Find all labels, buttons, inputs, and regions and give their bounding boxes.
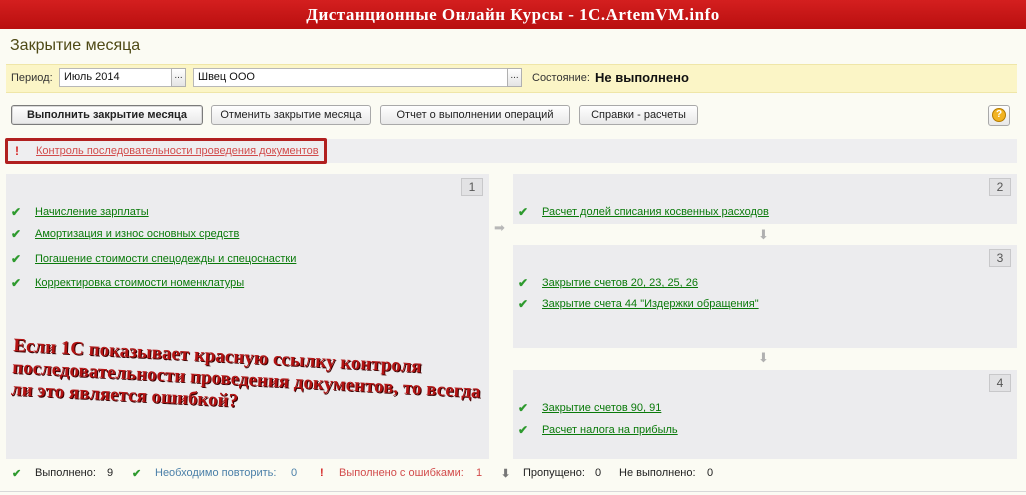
arrow-right-icon: ➡ [494,220,505,235]
operations-report-button[interactable]: Отчет о выполнении операций [380,105,570,125]
arrow-down-icon: ⬇ [758,350,769,365]
arrow-down-icon: ⬇ [758,227,769,242]
check-icon: ✔ [11,227,22,241]
operation-link-payroll[interactable]: Начисление зарплаты [35,206,149,218]
operation-link-depreciation[interactable]: Амортизация и износ основных средств [35,228,239,240]
check-icon: ✔ [518,205,529,219]
month-close-form: Закрытие месяца Период: Июль 2014 ... Шв… [0,29,1026,495]
check-icon: ✔ [11,252,22,266]
not-done-count: 0 [707,467,714,479]
done-icon: ✔ [12,468,22,480]
period-select-button[interactable]: ... [171,68,186,87]
error-icon: ! [320,467,324,479]
repeat-icon: ✔ [132,468,142,480]
operation-link-close-accounts-20-26[interactable]: Закрытие счетов 20, 23, 25, 26 [542,277,698,289]
done-edited-icon: ✔ [11,205,22,219]
step-number-2: 2 [989,178,1011,196]
cancel-month-close-button[interactable]: Отменить закрытие месяца [211,105,371,125]
operation-link-close-accounts-90-91[interactable]: Закрытие счетов 90, 91 [542,402,661,414]
step-panel-4: 4 ✔ Закрытие счетов 90, 91 ✔ Расчет нало… [513,370,1017,459]
help-icon: ? [992,108,1006,122]
organization-select-button[interactable]: ... [507,68,522,87]
skipped-label: Пропущено: [523,467,585,479]
check-icon: ✔ [11,276,22,290]
state-label: Состояние: [532,72,590,84]
state-value: Не выполнено [595,70,689,85]
page-title: Закрытие месяца [10,37,141,54]
status-bar: ✔ Выполнено: 9 ✔ Необходимо повторить: 0… [0,460,1026,488]
period-bar: Период: Июль 2014 ... Швец ООО ... Состо… [6,64,1017,93]
operation-link-cost-adjustment[interactable]: Корректировка стоимости номенклатуры [35,277,244,289]
reference-calculations-button[interactable]: Справки - расчеты [579,105,698,125]
done-label: Выполнено: [35,467,96,479]
step-number-4: 4 [989,374,1011,392]
operation-link-close-account-44[interactable]: Закрытие счета 44 "Издержки обращения" [542,298,759,310]
execute-month-close-button[interactable]: Выполнить закрытие месяца [11,105,203,125]
step-panel-2: 2 ✔ Расчет долей списания косвенных расх… [513,174,1017,224]
check-icon: ✔ [518,401,529,415]
step-number-3: 3 [989,249,1011,267]
period-field[interactable]: Июль 2014 [59,68,172,87]
skipped-icon: ⬇ [501,468,511,480]
check-icon: ✔ [518,276,529,290]
operation-link-indirect-costs[interactable]: Расчет долей списания косвенных расходов [542,206,769,218]
done-count: 9 [107,467,114,479]
operation-link-workwear[interactable]: Погашение стоимости спецодежды и спецосн… [35,253,296,265]
divider [0,491,1026,492]
check-icon: ✔ [518,297,529,311]
check-icon: ✔ [518,423,529,437]
operation-link-profit-tax[interactable]: Расчет налога на прибыль [542,424,678,436]
not-done-label: Не выполнено: [619,467,696,479]
repeat-count: 0 [291,467,298,479]
errors-count: 1 [476,467,483,479]
step-panel-3: 3 ✔ Закрытие счетов 20, 23, 25, 26 ✔ Зак… [513,245,1017,348]
sequence-control-link[interactable]: Контроль последовательности проведения д… [36,145,319,157]
step-number-1: 1 [461,178,483,196]
skipped-count: 0 [595,467,602,479]
period-label: Период: [11,72,53,84]
help-button[interactable]: ? [988,105,1010,126]
site-banner: Дистанционные Онлайн Курсы - 1С.ArtemVM.… [0,0,1026,29]
errors-label: Выполнено с ошибками: [339,467,464,479]
organization-field[interactable]: Швец ООО [193,68,508,87]
repeat-label: Необходимо повторить: [155,467,277,479]
warning-icon: ! [15,144,19,158]
